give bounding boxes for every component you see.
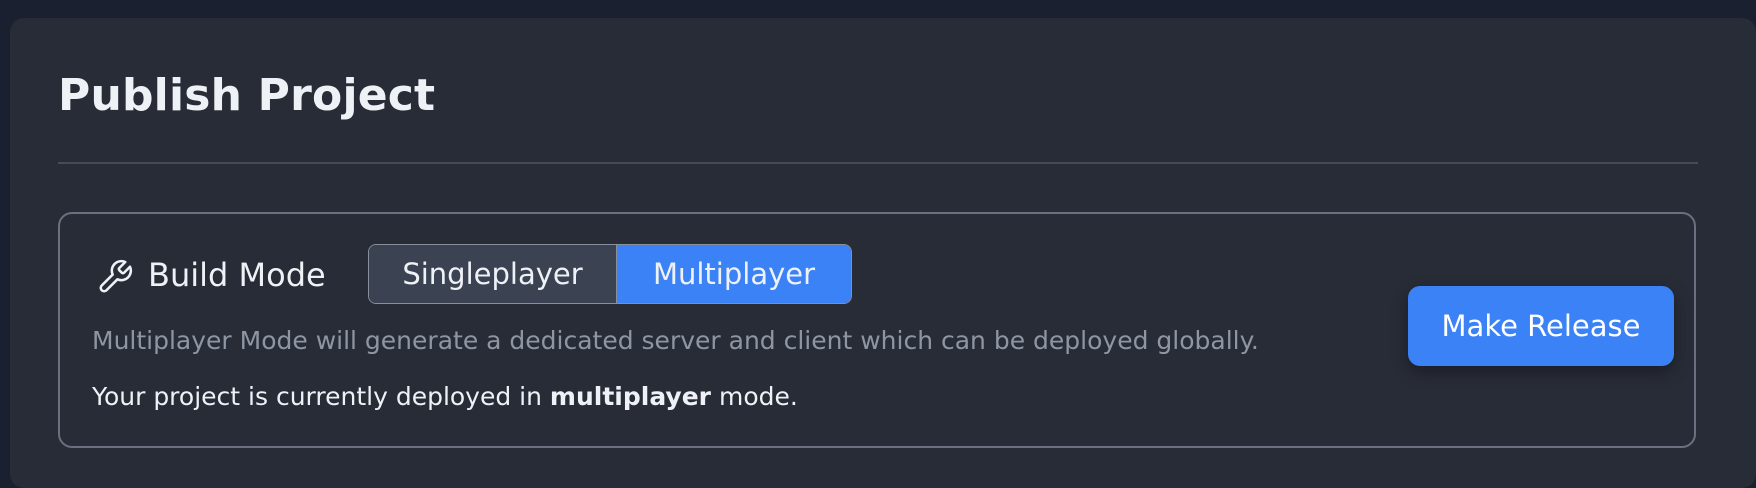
page-title: Publish Project: [58, 70, 436, 121]
wrench-icon: [99, 259, 133, 293]
status-prefix: Your project is currently deployed in: [92, 382, 550, 411]
deployment-status: Your project is currently deployed in mu…: [92, 382, 798, 411]
build-mode-card: Build Mode Singleplayer Multiplayer Mult…: [58, 212, 1696, 448]
multiplayer-option[interactable]: Multiplayer: [617, 245, 851, 303]
singleplayer-option[interactable]: Singleplayer: [369, 245, 617, 303]
make-release-button[interactable]: Make Release: [1408, 286, 1674, 366]
status-suffix: mode.: [711, 382, 798, 411]
mode-description: Multiplayer Mode will generate a dedicat…: [92, 326, 1259, 355]
status-mode: multiplayer: [549, 382, 712, 411]
divider: [58, 162, 1698, 164]
build-mode-label: Build Mode: [148, 256, 326, 294]
publish-panel: Publish Project Build Mode Singleplayer …: [10, 18, 1756, 488]
build-mode-toggle: Singleplayer Multiplayer: [368, 244, 852, 304]
